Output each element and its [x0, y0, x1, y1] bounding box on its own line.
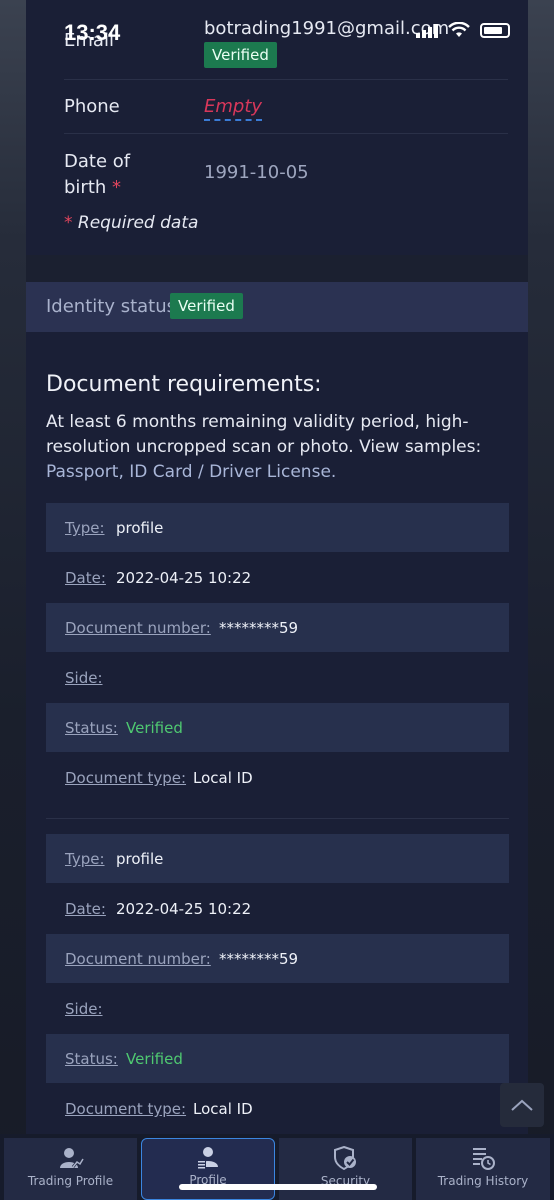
- document-number-value: ********59: [219, 619, 299, 637]
- status-value: Verified: [126, 1050, 183, 1068]
- status-label: Status:: [65, 1050, 118, 1068]
- shield-icon: [333, 1146, 356, 1170]
- date-value: 2022-04-25 10:22: [116, 569, 252, 587]
- document-type-label: Document type:: [65, 1100, 187, 1118]
- table-row: Status: Verified: [46, 703, 509, 753]
- home-indicator: [179, 1184, 377, 1190]
- table-row: Document type: Local ID: [46, 1084, 509, 1134]
- trading-history-icon: [473, 1148, 495, 1170]
- document-type-value: Local ID: [193, 1100, 253, 1118]
- status-value: Verified: [126, 719, 183, 737]
- email-verified-badge: Verified: [204, 42, 277, 68]
- passport-sample-link[interactable]: Passport: [46, 462, 118, 482]
- documents-card: Document requirements: At least 6 months…: [26, 332, 528, 1142]
- bottom-tab-bar: Trading Profile Profile Security Trading…: [0, 1134, 554, 1200]
- date-value: 2022-04-25 10:22: [116, 900, 252, 918]
- status-label: Status:: [65, 719, 118, 737]
- tab-label: Trading Profile: [27, 1174, 114, 1188]
- document-requirements-title: Document requirements:: [46, 372, 322, 397]
- tab-security[interactable]: Security: [279, 1138, 412, 1200]
- tab-trading-history[interactable]: Trading History: [416, 1138, 550, 1200]
- tab-profile[interactable]: Profile: [141, 1138, 275, 1200]
- table-row: Side:: [46, 653, 509, 703]
- identity-status-header: Identity status Verified: [26, 282, 528, 332]
- email-row: Email botrading1991@gmail.com Verified: [64, 0, 508, 80]
- email-value: botrading1991@gmail.com: [204, 18, 450, 39]
- scroll-to-top-button[interactable]: [500, 1083, 544, 1127]
- table-row: Document type: Local ID: [46, 753, 509, 803]
- table-row: Date: 2022-04-25 10:22: [46, 553, 509, 603]
- table-row: Document number: ********59: [46, 603, 509, 653]
- tab-trading-profile[interactable]: Trading Profile: [4, 1138, 137, 1200]
- document-number-label: Document number:: [65, 950, 211, 968]
- profile-icon: [197, 1147, 218, 1169]
- trading-profile-icon: [59, 1148, 84, 1168]
- document-requirements-text: At least 6 months remaining validity per…: [46, 412, 482, 482]
- document-number-value: ********59: [219, 950, 299, 968]
- background-right: [528, 0, 554, 1200]
- document-record-2: Type: profile Date: 2022-04-25 10:22 Doc…: [46, 834, 509, 1134]
- side-label: Side:: [65, 1000, 103, 1018]
- document-number-label: Document number:: [65, 619, 211, 637]
- table-row: Side:: [46, 984, 509, 1034]
- type-value: profile: [116, 519, 164, 537]
- type-value: profile: [116, 850, 164, 868]
- phone-empty-value[interactable]: Empty: [204, 96, 263, 121]
- chevron-up-icon: [511, 1099, 533, 1111]
- dob-label: Date of birth *: [64, 151, 131, 198]
- dob-row: Date of birth * 1991-10-05: [64, 134, 508, 208]
- date-label: Date:: [65, 569, 106, 587]
- tab-label: Trading History: [437, 1174, 529, 1188]
- document-type-value: Local ID: [193, 769, 253, 787]
- identity-status-title: Identity status: [46, 296, 177, 317]
- table-row: Date: 2022-04-25 10:22: [46, 884, 509, 934]
- type-label: Type:: [65, 519, 105, 537]
- identity-verified-badge: Verified: [170, 293, 243, 319]
- document-record-1: Type: profile Date: 2022-04-25 10:22 Doc…: [46, 503, 509, 803]
- phone-label: Phone: [64, 96, 120, 117]
- date-label: Date:: [65, 900, 106, 918]
- phone-row: Phone Empty: [64, 80, 508, 134]
- dob-value: 1991-10-05: [204, 162, 309, 183]
- document-type-label: Document type:: [65, 769, 187, 787]
- table-row: Type: profile: [46, 834, 509, 884]
- email-label: Email: [64, 30, 114, 51]
- table-row: Type: profile: [46, 503, 509, 553]
- account-card: Email botrading1991@gmail.com Verified P…: [26, 0, 528, 255]
- table-row: Document number: ********59: [46, 934, 509, 984]
- required-note: * Required data: [64, 213, 199, 233]
- background-left: [0, 0, 26, 1200]
- side-label: Side:: [65, 669, 103, 687]
- id-card-sample-link[interactable]: ID Card / Driver License: [129, 462, 331, 482]
- record-divider: [46, 818, 509, 819]
- table-row: Status: Verified: [46, 1034, 509, 1084]
- type-label: Type:: [65, 850, 105, 868]
